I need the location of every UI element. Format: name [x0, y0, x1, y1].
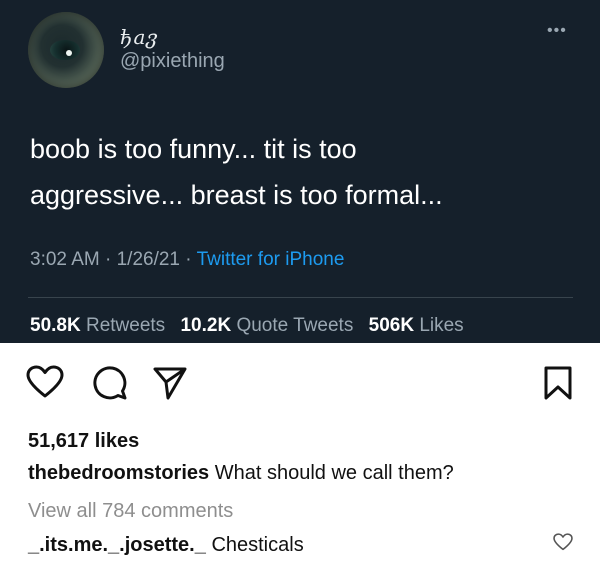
avatar[interactable]	[28, 12, 104, 88]
heart-outline-small-icon[interactable]	[553, 533, 573, 556]
tweet-date[interactable]: 1/26/21	[117, 249, 180, 270]
tweet-time[interactable]: 3:02 AM	[30, 249, 100, 270]
likes-stat[interactable]: 506K Likes	[369, 315, 464, 336]
quotes-count: 10.2K	[180, 315, 232, 336]
post-action-bar	[0, 355, 600, 405]
heart-icon[interactable]	[26, 365, 64, 404]
tweet-card: ђaვ @pixiething ••• boob is too funny...…	[0, 0, 600, 343]
tweet-source[interactable]: Twitter for iPhone	[197, 249, 345, 270]
meta-separator: ·	[105, 249, 112, 270]
caption-username[interactable]: thebedroomstories	[28, 462, 209, 484]
comment-username[interactable]: _.its.me._.josette._	[28, 534, 206, 556]
avatar-eye	[50, 40, 80, 60]
divider	[28, 297, 573, 298]
comment-text: Chesticals	[211, 534, 304, 556]
tweet-text: boob is too funny... tit is too aggressi…	[30, 126, 575, 218]
likes-label: Likes	[419, 315, 464, 336]
tweet-stats: 50.8K Retweets 10.2K Quote Tweets 506K L…	[30, 315, 464, 337]
tweet-text-line: boob is too funny... tit is too	[30, 134, 357, 164]
comment-row: _.its.me._.josette._ Chesticals	[28, 534, 304, 557]
quotes-stat[interactable]: 10.2K Quote Tweets	[180, 315, 353, 336]
retweets-stat[interactable]: 50.8K Retweets	[30, 315, 165, 336]
caption-text: What should we call them?	[214, 462, 454, 484]
likes-count: 506K	[368, 315, 415, 336]
display-name[interactable]: ђaვ	[120, 25, 159, 49]
comment-icon[interactable]	[92, 365, 128, 406]
meta-separator: ·	[185, 249, 192, 270]
bookmark-icon[interactable]	[543, 365, 573, 406]
retweets-count: 50.8K	[30, 315, 81, 336]
tweet-text-line: aggressive... breast is too formal...	[30, 180, 443, 210]
post-caption: thebedroomstories What should we call th…	[28, 462, 454, 485]
user-handle[interactable]: @pixiething	[120, 50, 225, 73]
more-horizontal-icon[interactable]: •••	[547, 22, 567, 40]
likes-count-text[interactable]: 51,617 likes	[28, 430, 139, 453]
avatar-glint	[66, 50, 72, 56]
retweets-label: Retweets	[85, 315, 166, 336]
tweet-meta: 3:02 AM · 1/26/21 · Twitter for iPhone	[30, 249, 344, 271]
view-all-comments-link[interactable]: View all 784 comments	[28, 500, 233, 523]
send-icon[interactable]	[152, 365, 188, 406]
quotes-label: Quote Tweets	[236, 315, 354, 336]
